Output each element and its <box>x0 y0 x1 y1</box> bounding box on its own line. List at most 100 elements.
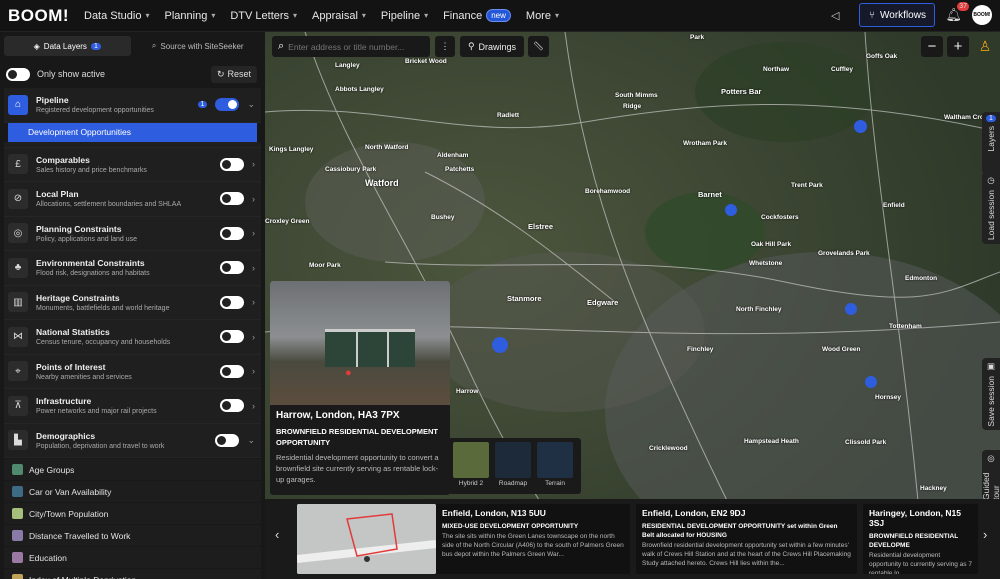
measure-button[interactable]: 📏︎ <box>528 36 549 57</box>
map-view[interactable]: Langley Bricket Wood Park Northaw Cuffley Gof… <box>265 32 1000 579</box>
layer-toggle[interactable] <box>215 433 240 447</box>
home-icon: ⌂ <box>8 94 28 115</box>
chevron-right-icon[interactable]: › <box>252 332 255 342</box>
save-session-side-tab[interactable]: ▣ Save session <box>982 358 1000 430</box>
chevron-right-icon[interactable]: › <box>252 194 255 204</box>
chevron-right-icon[interactable]: › <box>252 263 255 273</box>
zoom-out-button[interactable]: − <box>921 36 943 57</box>
layer-toggle[interactable] <box>220 192 244 206</box>
chevron-right-icon[interactable]: › <box>252 401 255 411</box>
layer-points-of-interest[interactable]: ⌖ Points of Interest Nearby amenities and … <box>4 354 261 389</box>
logo[interactable]: BOOM! <box>8 6 84 26</box>
hybrid-thumbnail <box>453 442 489 478</box>
map-type-terrain[interactable]: Terrain <box>536 442 574 490</box>
chevron-left-icon[interactable]: ‹ <box>275 527 279 542</box>
opportunity-marker[interactable] <box>492 337 508 353</box>
chevron-right-icon[interactable]: › <box>983 527 987 542</box>
chevron-down-icon[interactable]: ⌄ <box>247 99 255 110</box>
compass-icon: ◎ <box>987 453 995 463</box>
only-active-toggle[interactable] <box>6 67 30 81</box>
nav-appraisal[interactable]: Appraisal ▾ <box>312 10 366 22</box>
layer-pipeline[interactable]: ⌂ Pipeline Registered development opport… <box>4 88 261 123</box>
layer-toggle[interactable] <box>220 330 244 344</box>
load-session-side-tab[interactable]: ◷ Load session <box>982 172 1000 244</box>
layer-infrastructure[interactable]: ⊼ Infrastructure Power networks and major … <box>4 389 261 424</box>
layer-national-statistics[interactable]: ⋈ National Statistics Census tenure, occup… <box>4 320 261 355</box>
opportunity-card[interactable]: Enfield, London, EN2 9DJ RESIDENTIAL DEV… <box>636 504 857 574</box>
nav-more[interactable]: More ▾ <box>526 10 559 22</box>
nav-planning[interactable]: Planning ▾ <box>165 10 216 22</box>
layer-heritage-constraints[interactable]: ▥ Heritage Constraints Monuments, battlefi… <box>4 285 261 320</box>
opportunity-marker[interactable] <box>725 204 737 216</box>
popup-kind: BROWNFIELD RESIDENTIAL DEVELOPMENT OPPOR… <box>276 427 438 447</box>
megaphone-icon[interactable]: ◁ <box>831 9 839 22</box>
pipeline-toggle[interactable] <box>215 98 240 112</box>
layer-toggle[interactable] <box>220 399 244 413</box>
chevron-right-icon[interactable]: › <box>252 297 255 307</box>
layer-title: Heritage Constraints <box>36 292 120 303</box>
nav-data-studio[interactable]: Data Studio ▾ <box>84 10 150 22</box>
notification-count: 37 <box>957 2 969 11</box>
workflow-icon: ⑂ <box>869 9 876 21</box>
popup-address: Harrow, London, HA3 7PX <box>276 410 400 421</box>
layer-planning-constraints[interactable]: ◎ Planning Constraints Policy, application… <box>4 216 261 251</box>
layer-environmental-constraints[interactable]: ♣ Environmental Constraints Flood risk, de… <box>4 251 261 286</box>
chevron-right-icon[interactable]: › <box>252 366 255 376</box>
demographics-item[interactable]: Car or Van Availability <box>4 481 261 502</box>
chevron-right-icon[interactable]: › <box>252 159 255 169</box>
nav-dtv-letters[interactable]: DTV Letters ▾ <box>230 10 297 22</box>
layer-toggle[interactable] <box>220 226 244 240</box>
layer-toggle[interactable] <box>220 295 244 309</box>
layer-subtitle: Sales history and price benchmarks <box>36 166 147 174</box>
nav-finance[interactable]: Finance new <box>443 9 511 22</box>
zoom-in-button[interactable]: + <box>947 36 969 57</box>
opportunities-carousel: ‹ Enfield, London, N13 5UU MIXED-USE DEV… <box>265 499 1000 579</box>
site-plan-thumbnail[interactable] <box>297 504 436 574</box>
card-kind: MIXED-USE DEVELOPMENT OPPORTUNITY <box>442 523 579 530</box>
chevron-right-icon[interactable]: › <box>252 228 255 238</box>
opportunity-marker[interactable] <box>854 120 867 133</box>
address-search-input[interactable] <box>288 41 419 52</box>
demographics-item[interactable]: Index of Multiple Deprivation <box>4 569 261 579</box>
workflows-button[interactable]: ⑂ Workflows <box>859 3 936 27</box>
nav-pipeline[interactable]: Pipeline ▾ <box>381 10 428 22</box>
layer-toggle[interactable] <box>220 261 244 275</box>
layers-side-tab[interactable]: 1 Layers <box>982 112 1000 174</box>
reset-button[interactable]: ↻ Reset <box>210 65 257 83</box>
map-type-hybrid[interactable]: Hybrid 2 <box>452 442 490 490</box>
notifications-button[interactable]: 🔔︎ 37 <box>945 2 969 23</box>
layers-count: 1 <box>986 115 996 122</box>
demographics-item[interactable]: City/Town Population <box>4 503 261 524</box>
demographics-item[interactable]: Age Groups <box>4 459 261 480</box>
opportunity-marker[interactable] <box>865 376 877 388</box>
guided-tour-side-tab[interactable]: ◎ Guided tour <box>981 450 1000 500</box>
map-type-roadmap[interactable]: Roadmap <box>494 442 532 490</box>
opportunity-marker[interactable] <box>845 303 857 315</box>
layer-demographics[interactable]: ▙ Demographics Population, deprivation and… <box>4 423 261 458</box>
tab-source-siteseeker[interactable]: ⌕ Source with SiteSeeker <box>135 36 262 56</box>
property-popup[interactable]: ● Harrow, London, HA3 7PX BROWNFIELD RES… <box>270 281 450 495</box>
opportunity-card[interactable]: Enfield, London, N13 5UU MIXED-USE DEVEL… <box>436 504 630 574</box>
chart-icon: ▙ <box>8 430 28 451</box>
tab-data-layers[interactable]: ◈ Data Layers 1 <box>4 36 131 56</box>
demographics-item[interactable]: Education <box>4 547 261 568</box>
chevron-down-icon[interactable]: ⌄ <box>247 435 255 446</box>
more-options-button[interactable]: ⋮ <box>435 36 455 57</box>
layer-title: Demographics <box>36 430 96 441</box>
map-place-label: Bricket Wood <box>405 58 447 65</box>
layer-toggle[interactable] <box>220 157 244 171</box>
drawings-button[interactable]: ⚲ Drawings <box>460 36 524 57</box>
card-description: Brownfield residential development oppor… <box>642 542 851 567</box>
layer-comparables[interactable]: £ Comparables Sales history and price benc… <box>4 147 261 182</box>
development-opportunities-item[interactable]: Development Opportunities <box>8 122 257 142</box>
map-place-label: Stanmore <box>507 294 542 303</box>
layer-toggle[interactable] <box>220 364 244 378</box>
avatar[interactable]: BOOM! <box>972 5 992 25</box>
demographics-item[interactable]: Distance Travelled to Work <box>4 525 261 546</box>
pipeline-count: 1 <box>197 101 208 109</box>
layer-title: Planning Constraints <box>36 223 122 234</box>
street-view-icon[interactable]: ♙ <box>976 36 994 57</box>
layer-local-plan[interactable]: ⊘ Local Plan Allocations, settlement bound… <box>4 182 261 217</box>
layer-subtitle: Census tenure, occupancy and households <box>36 339 171 347</box>
opportunity-card[interactable]: Haringey, London, N15 3SJ BROWNFIELD RES… <box>863 504 978 574</box>
